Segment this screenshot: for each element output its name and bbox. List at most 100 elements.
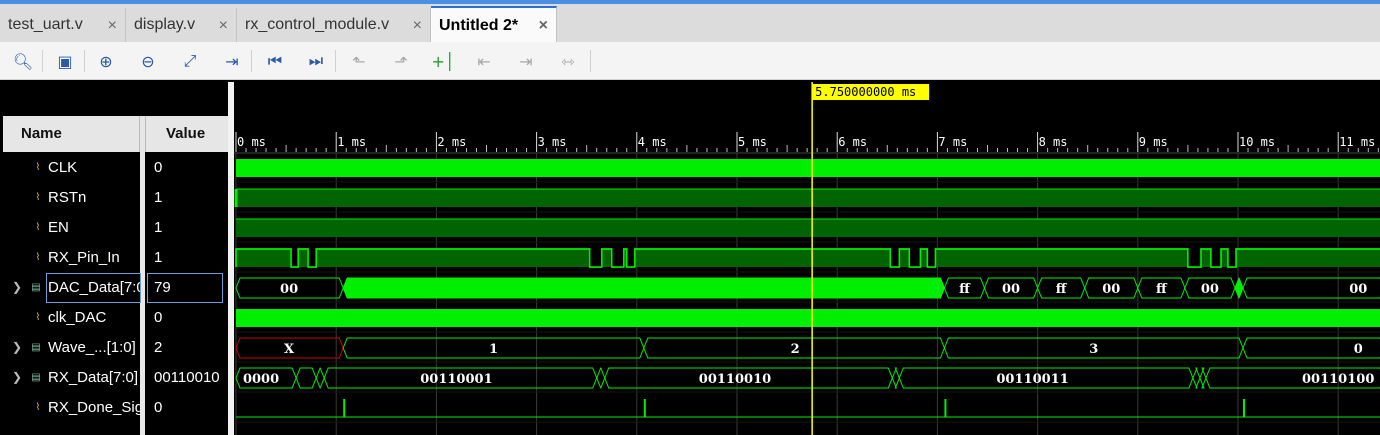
signal-name: RX_Data[7:0] <box>48 369 139 386</box>
rx-pin-low <box>626 249 635 267</box>
tick-label: 2 ms <box>437 135 466 149</box>
tick-label: 4 ms <box>638 135 667 149</box>
dac-data-value: 00 <box>1201 282 1219 297</box>
column-header-row: Name Value <box>3 116 228 152</box>
signal-row[interactable]: ⌇ RX_Pin_In 1 <box>0 243 228 273</box>
timeline-ruler <box>234 112 1380 152</box>
chevron-right-icon[interactable]: ❯ <box>12 340 22 354</box>
en-waveform <box>236 219 1380 237</box>
signal-name: RX_Pin_In <box>48 249 120 266</box>
signal-row[interactable]: ⌇ EN 1 <box>0 213 228 243</box>
cursor-time-label: 5.750000000 ms <box>815 85 916 99</box>
rx-data-segment <box>1192 367 1201 389</box>
clk-waveform <box>236 159 1380 177</box>
rx-data-value: 00110011 <box>996 372 1068 387</box>
signal-value: 2 <box>154 339 163 356</box>
swap-cursors-icon[interactable]: ⇿ <box>555 48 581 74</box>
signal-row[interactable]: ⌇ RSTn 1 <box>0 183 228 213</box>
tab-label: rx_control_module.v <box>245 16 390 33</box>
zoom-fit-icon[interactable]: ⤢ <box>177 48 203 74</box>
rx-pin-low <box>1210 249 1221 267</box>
go-to-end-icon[interactable]: ⏭︎ <box>303 48 329 74</box>
dac-data-value: ff <box>1056 282 1068 297</box>
wave-sel-value: X <box>284 342 295 357</box>
close-icon[interactable]: × <box>413 17 422 35</box>
close-icon[interactable]: × <box>108 17 117 35</box>
wire-signal-icon: ⌇ <box>35 222 41 233</box>
wave-sel-value: 1 <box>489 342 498 357</box>
name-column-header[interactable]: Name <box>3 116 140 152</box>
rx-done-pulse <box>343 399 346 417</box>
wire-signal-icon: ⌇ <box>35 312 41 323</box>
go-to-start-icon[interactable]: ⏮︎ <box>262 48 288 74</box>
signal-value: 1 <box>154 189 163 206</box>
signal-row[interactable]: ❯ ▤ DAC_Data[7:0] 79 <box>0 273 228 303</box>
rx-data-value: 0000 <box>243 372 279 387</box>
waveform-viewer[interactable]: 0 ms 1 ms 2 ms 3 ms 4 ms 5 ms 6 ms 7 ms 8 ms 9 ms… <box>234 82 1380 435</box>
tick-label: 8 ms <box>1039 135 1068 149</box>
value-column-header[interactable]: Value <box>145 116 228 152</box>
tick-label: 3 ms <box>538 135 567 149</box>
chevron-right-icon[interactable]: ❯ <box>12 370 22 384</box>
signal-name: Wave_...[1:0] <box>48 339 136 356</box>
rx-done-pulse <box>944 399 947 417</box>
dac-data-value: 00 <box>1102 282 1120 297</box>
rx-data-value: 00110010 <box>699 372 771 387</box>
tab-untitled-2[interactable]: Untitled 2* × <box>431 6 557 44</box>
add-marker-icon[interactable]: +│ <box>430 48 456 74</box>
rx-pin-low <box>1227 249 1236 267</box>
tab-display[interactable]: display.v × <box>126 8 237 42</box>
tab-label: Untitled 2* <box>439 17 519 34</box>
signal-row[interactable]: ❯ ▤ RX_Data[7:0] 00110010 <box>0 363 228 393</box>
close-icon[interactable]: × <box>219 17 228 35</box>
tab-test-uart[interactable]: test_uart.v × <box>0 8 126 42</box>
previous-transition-icon[interactable]: ⬑ <box>346 48 372 74</box>
tick-label: 9 ms <box>1139 135 1168 149</box>
toolbar-separator <box>84 50 85 72</box>
signal-row[interactable]: ⌇ RX_Done_Sig 0 <box>0 393 228 423</box>
rx-data-value: 00110001 <box>420 372 492 387</box>
dac-data-value: 00 <box>1002 282 1020 297</box>
wave-sel-value: 2 <box>791 342 800 357</box>
signal-value: 0 <box>154 309 163 326</box>
next-transition-icon[interactable]: ⬏ <box>388 48 414 74</box>
signal-value: 00110010 <box>154 369 220 386</box>
go-to-cursor-icon[interactable]: ⇥ <box>219 48 245 74</box>
pane-header-blank <box>3 82 228 112</box>
tab-label: display.v <box>134 16 196 33</box>
signal-row[interactable]: ⌇ CLK 0 <box>0 153 228 183</box>
rstn-waveform <box>236 189 1380 207</box>
rx-data-segment <box>315 367 325 389</box>
bus-signal-icon: ▤ <box>31 372 41 383</box>
zoom-in-icon[interactable]: ⊕ <box>93 48 119 74</box>
clk-dac-waveform <box>236 309 1380 327</box>
close-icon[interactable]: × <box>539 17 548 35</box>
signal-list-pane: Name Value ⌇ CLK 0 ⌇ RSTn 1 ⌇ EN 1 ⌇ RX_Pin_In 1 ❯ ▤ D… <box>0 82 228 435</box>
previous-marker-icon[interactable]: ⇤ <box>471 48 497 74</box>
next-marker-icon[interactable]: ⇥ <box>513 48 539 74</box>
rx-data-value: 00110100 <box>1302 372 1374 387</box>
tick-label: 6 ms <box>838 135 867 149</box>
search-icon[interactable]: 🔍︎ <box>10 48 36 74</box>
tab-rx-control-module[interactable]: rx_control_module.v × <box>237 8 431 42</box>
rx-done-pulse <box>643 399 646 417</box>
signal-row[interactable]: ❯ ▤ Wave_...[1:0] 2 <box>0 333 228 363</box>
rx-pin-low <box>927 249 936 267</box>
signal-value: 0 <box>154 159 163 176</box>
signal-name: RSTn <box>48 189 87 206</box>
toolbar-separator <box>42 50 43 72</box>
rx-pin-low <box>308 249 317 267</box>
bus-signal-icon: ▤ <box>31 282 41 293</box>
zoom-out-icon[interactable]: ⊖ <box>135 48 161 74</box>
tick-label: 11 ms <box>1339 135 1375 149</box>
wire-signal-icon: ⌇ <box>35 402 41 413</box>
signal-row[interactable]: ⌇ clk_DAC 0 <box>0 303 228 333</box>
toolbar-separator <box>335 50 336 72</box>
dac-data-value: 00 <box>280 282 298 297</box>
rx-pin-fill <box>236 249 1380 267</box>
chevron-right-icon[interactable]: ❯ <box>12 280 22 294</box>
save-icon[interactable]: ▣ <box>52 48 78 74</box>
rx-data-segment <box>295 367 317 389</box>
dac-data-value: ff <box>1156 282 1168 297</box>
wave-sel-value: 0 <box>1354 342 1363 357</box>
